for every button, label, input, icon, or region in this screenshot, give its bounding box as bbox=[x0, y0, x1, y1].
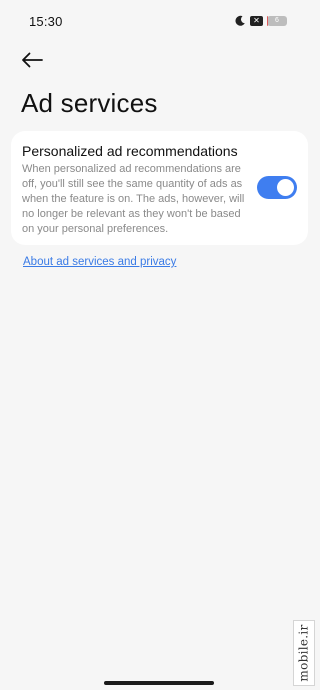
battery-level: 6 bbox=[275, 17, 279, 24]
moon-icon bbox=[235, 15, 245, 26]
watermark: mobile.ir bbox=[293, 620, 315, 686]
setting-description: When personalized ad recommendations are… bbox=[22, 163, 245, 235]
screen: 15:30 ✕ 6 Ad services Personalized ad re… bbox=[0, 0, 317, 690]
status-icons: ✕ 6 bbox=[234, 15, 287, 27]
about-ad-services-link[interactable]: About ad services and privacy bbox=[23, 256, 176, 268]
battery-fill bbox=[267, 16, 269, 26]
setting-text: Personalized ad recommendations When per… bbox=[22, 143, 254, 237]
setting-title: Personalized ad recommendations bbox=[22, 143, 238, 159]
sim-card-icon: ✕ bbox=[250, 16, 263, 26]
personalized-ads-toggle[interactable] bbox=[257, 176, 297, 199]
status-time: 15:30 bbox=[29, 14, 63, 29]
page-title: Ad services bbox=[21, 88, 158, 118]
battery-icon: 6 bbox=[267, 16, 287, 26]
back-button[interactable] bbox=[19, 49, 45, 71]
settings-card: Personalized ad recommendations When per… bbox=[11, 131, 308, 245]
home-indicator[interactable] bbox=[104, 681, 214, 685]
toggle-knob bbox=[277, 179, 294, 196]
status-bar: 15:30 ✕ 6 bbox=[0, 0, 317, 40]
watermark-text: mobile.ir bbox=[297, 624, 311, 682]
arrow-left-icon bbox=[22, 52, 43, 68]
